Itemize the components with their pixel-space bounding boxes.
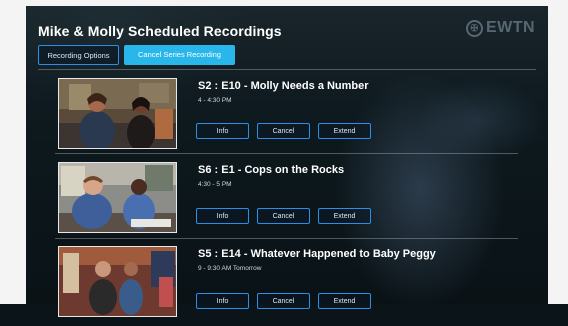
row-divider — [55, 238, 518, 239]
page-title: Mike & Molly Scheduled Recordings — [38, 23, 282, 39]
episode-thumbnail — [58, 162, 177, 233]
screen-frame-right — [548, 0, 568, 304]
episode-thumbnail — [58, 246, 177, 317]
recording-row[interactable]: S2 : E10 - Molly Needs a Number 4 - 4:30… — [55, 78, 525, 158]
cancel-series-recording-button[interactable]: Cancel Series Recording — [124, 45, 235, 65]
row-divider — [55, 153, 518, 154]
recording-options-button[interactable]: Recording Options — [38, 45, 119, 65]
channel-logo: ✠ EWTN — [466, 19, 535, 37]
screen-frame-left — [0, 0, 26, 304]
extend-button[interactable]: Extend — [318, 208, 371, 224]
recording-row[interactable]: S6 : E1 - Cops on the Rocks 4:30 - 5 PM … — [55, 162, 525, 242]
info-button[interactable]: Info — [196, 208, 249, 224]
episode-time: 9 - 9:30 AM Tomorrow — [198, 265, 262, 272]
episode-title: S2 : E10 - Molly Needs a Number — [198, 80, 369, 92]
extend-button[interactable]: Extend — [318, 123, 371, 139]
logo-text: EWTN — [486, 19, 536, 36]
screen-frame-top — [0, 0, 568, 6]
ewtn-logo-icon: ✠ — [466, 19, 483, 37]
episode-thumbnail — [58, 78, 177, 149]
episode-title: S6 : E1 - Cops on the Rocks — [198, 164, 345, 176]
episode-title: S5 : E14 - Whatever Happened to Baby Peg… — [198, 248, 436, 260]
episode-time: 4:30 - 5 PM — [198, 181, 232, 188]
info-button[interactable]: Info — [196, 123, 249, 139]
header-divider — [38, 69, 536, 70]
cancel-button[interactable]: Cancel — [257, 293, 310, 309]
recording-row[interactable]: S5 : E14 - Whatever Happened to Baby Peg… — [55, 246, 525, 326]
episode-time: 4 - 4:30 PM — [198, 97, 232, 104]
extend-button[interactable]: Extend — [318, 293, 371, 309]
cancel-button[interactable]: Cancel — [257, 208, 310, 224]
info-button[interactable]: Info — [196, 293, 249, 309]
cancel-button[interactable]: Cancel — [257, 123, 310, 139]
